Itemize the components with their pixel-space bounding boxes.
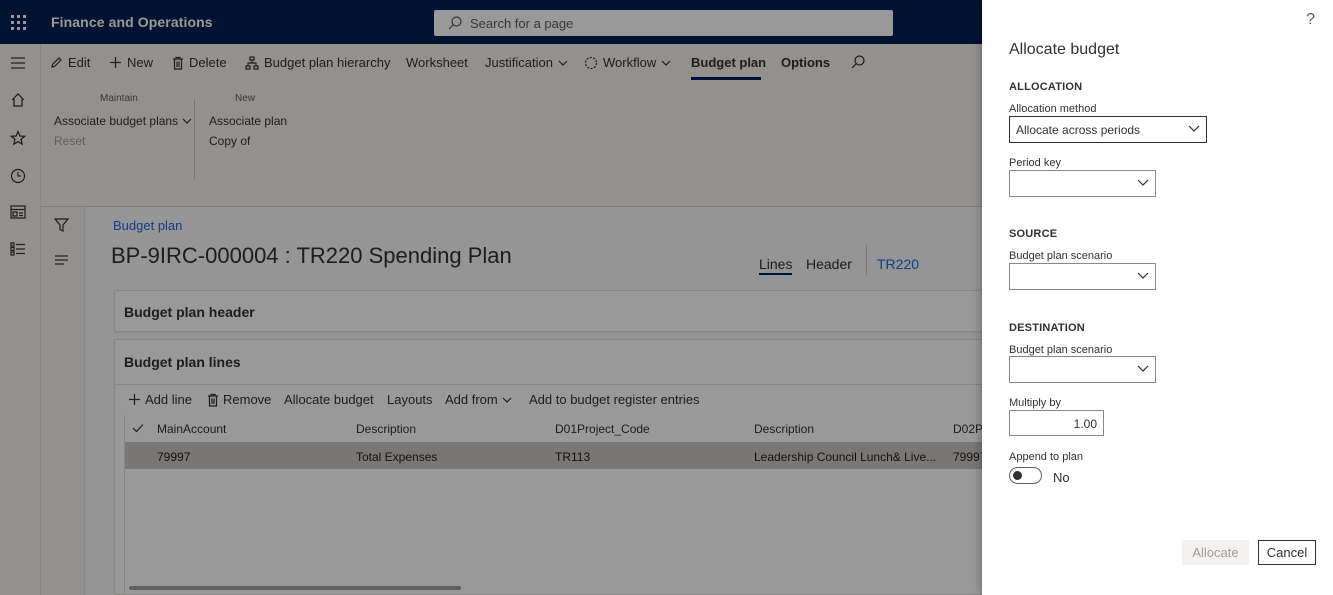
append-to-plan-value: No [1053,470,1070,485]
allocation-method-value: Allocate across periods [1016,123,1141,137]
append-to-plan-label: Append to plan [1009,451,1084,463]
chevron-down-icon [1137,365,1149,372]
chevron-down-icon [1188,125,1200,132]
multiply-by-input[interactable]: 1.00 [1009,410,1104,436]
append-to-plan-toggle[interactable] [1009,467,1042,484]
section-title-destination: DESTINATION [1009,322,1085,334]
period-key-label: Period key [1009,157,1061,169]
chevron-down-icon [1137,272,1149,279]
source-scenario-select[interactable] [1009,263,1156,290]
modal-overlay [0,0,982,595]
destination-scenario-label: Budget plan scenario [1009,344,1113,356]
period-key-select[interactable] [1009,170,1156,197]
dialog-title: Allocate budget [1009,41,1120,58]
multiply-by-label: Multiply by [1009,397,1061,409]
toggle-knob [1013,471,1022,480]
cancel-button[interactable]: Cancel [1258,540,1316,565]
allocate-button[interactable]: Allocate [1182,540,1249,565]
allocate-budget-dialog: ? Allocate budget ALLOCATION Allocation … [982,0,1333,595]
allocation-method-select[interactable]: Allocate across periods [1009,116,1207,143]
chevron-down-icon [1137,179,1149,186]
allocation-method-label: Allocation method [1009,103,1097,115]
section-title-source: SOURCE [1009,228,1058,240]
source-scenario-label: Budget plan scenario [1009,250,1113,262]
help-icon[interactable]: ? [1306,11,1315,29]
section-title-allocation: ALLOCATION [1009,81,1083,93]
destination-scenario-select[interactable] [1009,356,1156,383]
